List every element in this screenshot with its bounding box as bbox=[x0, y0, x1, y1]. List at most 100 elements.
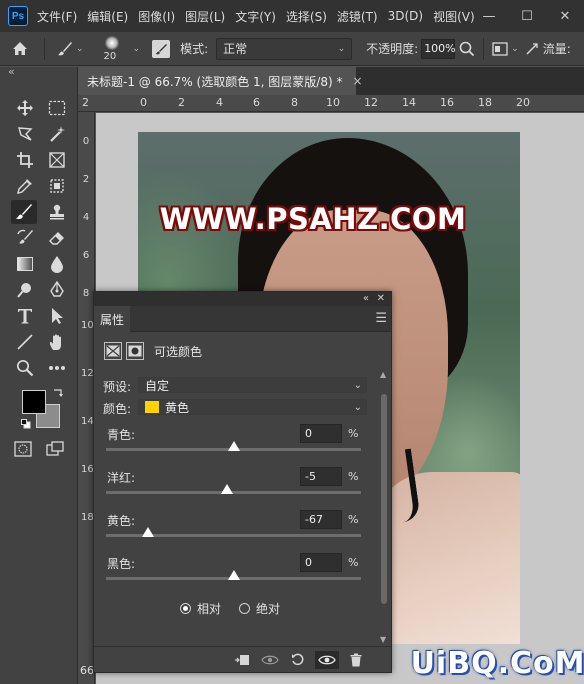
black-slider-label: 黑色: bbox=[107, 557, 136, 571]
collapse-panel-icon[interactable]: « bbox=[8, 65, 15, 78]
crop-tool-icon[interactable] bbox=[12, 148, 38, 172]
zoom-tool-icon[interactable] bbox=[12, 356, 38, 380]
delete-icon[interactable] bbox=[344, 651, 368, 669]
menu-file[interactable]: 文件(F) bbox=[37, 8, 77, 25]
menu-edit[interactable]: 编辑(E) bbox=[87, 8, 128, 25]
maximize-button[interactable]: ☐ bbox=[508, 0, 546, 32]
search-icon[interactable] bbox=[459, 41, 475, 57]
lasso-tool-icon[interactable] bbox=[12, 122, 38, 146]
yellow-slider-track[interactable] bbox=[106, 527, 361, 537]
line-tool-icon[interactable] bbox=[12, 330, 38, 354]
magenta-slider-thumb[interactable] bbox=[221, 484, 234, 494]
panel-scrollbar[interactable]: ▲ ▼ bbox=[379, 370, 389, 644]
window-controls: — ☐ ✕ bbox=[470, 0, 584, 32]
menu-view[interactable]: 视图(V) bbox=[433, 8, 475, 25]
close-button[interactable]: ✕ bbox=[546, 0, 584, 32]
history-brush-tool-icon[interactable] bbox=[12, 226, 38, 250]
percent-unit: % bbox=[348, 427, 359, 440]
mode-value: 正常 bbox=[223, 42, 248, 56]
view-previous-state-icon[interactable] bbox=[258, 651, 282, 669]
menu-filter[interactable]: 滤镜(T) bbox=[337, 8, 378, 25]
scroll-down-icon[interactable]: ▼ bbox=[380, 635, 386, 644]
foreground-color-swatch[interactable] bbox=[22, 390, 46, 414]
brush-panel-icon bbox=[155, 43, 168, 54]
brush-settings-button[interactable] bbox=[152, 39, 171, 58]
airbrush-icon[interactable] bbox=[525, 42, 539, 56]
path-selection-tool-icon[interactable] bbox=[44, 304, 70, 328]
chevron-down-icon[interactable]: ⌄ bbox=[511, 44, 519, 54]
marquee-tool-icon[interactable] bbox=[44, 96, 70, 120]
menu-type[interactable]: 文字(Y) bbox=[235, 8, 276, 25]
screen-mode-icon[interactable] bbox=[46, 441, 64, 457]
scrollbar-thumb[interactable] bbox=[381, 394, 387, 604]
panel-menu-icon[interactable]: ☰ bbox=[375, 311, 387, 326]
colors-value: 黄色 bbox=[165, 400, 190, 415]
eraser-tool-icon[interactable] bbox=[44, 226, 70, 250]
pen-tool-icon[interactable] bbox=[44, 278, 70, 302]
eyedropper-tool-icon[interactable] bbox=[12, 174, 38, 198]
hand-tool-icon[interactable] bbox=[44, 330, 70, 354]
magic-wand-tool-icon[interactable] bbox=[44, 122, 70, 146]
object-select-tool-icon[interactable] bbox=[44, 174, 70, 198]
frame-tool-icon[interactable] bbox=[44, 148, 70, 172]
swap-colors-icon[interactable] bbox=[52, 387, 64, 399]
brush-tool-icon[interactable] bbox=[11, 200, 37, 224]
cyan-slider-thumb[interactable] bbox=[227, 441, 240, 451]
relative-radio[interactable] bbox=[180, 603, 191, 614]
absolute-radio[interactable] bbox=[239, 603, 251, 614]
properties-tab[interactable]: 属性 bbox=[94, 306, 130, 332]
chevron-down-icon[interactable]: ⌄ bbox=[133, 44, 141, 54]
menu-image[interactable]: 图像(I) bbox=[138, 8, 175, 25]
gradient-tool-icon[interactable] bbox=[12, 252, 38, 276]
black-slider-track[interactable] bbox=[106, 570, 361, 580]
percent-unit: % bbox=[348, 513, 359, 526]
magenta-slider-track[interactable] bbox=[106, 484, 361, 494]
cyan-value-input[interactable]: 0 bbox=[300, 424, 342, 443]
magenta-value-input[interactable]: -5 bbox=[300, 467, 342, 486]
black-value-input[interactable]: 0 bbox=[300, 553, 342, 572]
stamp-tool-icon[interactable] bbox=[44, 200, 70, 224]
move-tool-icon[interactable] bbox=[12, 96, 38, 120]
default-colors-icon[interactable] bbox=[21, 419, 31, 429]
color-swatch bbox=[145, 401, 159, 413]
black-slider-thumb[interactable] bbox=[227, 570, 240, 580]
cyan-slider-track[interactable] bbox=[106, 441, 361, 451]
method-radio-group: 相对 绝对 bbox=[180, 600, 280, 617]
document-tab[interactable]: 未标题-1 @ 66.7% (选取颜色 1, 图层蒙版/8) * × bbox=[78, 67, 363, 95]
yellow-slider-thumb[interactable] bbox=[142, 527, 155, 537]
scroll-up-icon[interactable]: ▲ bbox=[380, 370, 386, 379]
collapse-panel-icon[interactable]: « bbox=[363, 292, 369, 306]
close-panel-icon[interactable]: ✕ bbox=[377, 292, 385, 306]
ruler-tick-label: 4 bbox=[82, 212, 90, 223]
layer-mask-icon[interactable] bbox=[126, 342, 144, 360]
quick-mask-icon[interactable] bbox=[14, 441, 32, 457]
yellow-value-input[interactable]: -67 bbox=[300, 510, 342, 529]
brush-tool-preset[interactable]: ⌄ bbox=[57, 41, 84, 57]
adjustment-layer-icon[interactable] bbox=[104, 342, 122, 360]
colors-dropdown[interactable]: 黄色 ⌄ bbox=[138, 399, 367, 415]
menu-layer[interactable]: 图层(L) bbox=[185, 8, 225, 25]
blur-tool-icon[interactable] bbox=[44, 252, 70, 276]
menu-select[interactable]: 选择(S) bbox=[286, 8, 327, 25]
panel-titlebar[interactable]: « ✕ bbox=[94, 292, 391, 306]
soft-brush-icon bbox=[104, 35, 119, 50]
more-tools-icon[interactable] bbox=[44, 356, 70, 380]
home-button[interactable] bbox=[0, 32, 40, 66]
pressure-opacity-icon[interactable] bbox=[492, 41, 508, 56]
ruler-tick-label: 0 bbox=[82, 136, 90, 147]
mode-select[interactable]: 正常 ⌄ bbox=[216, 37, 353, 60]
reset-icon[interactable] bbox=[286, 651, 310, 669]
preset-dropdown[interactable]: 自定 ⌄ bbox=[138, 377, 367, 393]
toggle-visibility-icon[interactable] bbox=[315, 651, 339, 669]
horizontal-ruler[interactable]: 2 0 2 4 6 8 10 12 14 16 18 20 bbox=[78, 95, 584, 112]
opacity-input[interactable]: 100% bbox=[421, 38, 456, 59]
minimize-button[interactable]: — bbox=[470, 0, 508, 32]
menu-3d[interactable]: 3D(D) bbox=[388, 9, 423, 23]
preset-label: 预设: bbox=[103, 380, 132, 394]
clip-to-layer-icon[interactable] bbox=[230, 651, 254, 669]
close-tab-icon[interactable]: × bbox=[352, 74, 362, 88]
dodge-tool-icon[interactable] bbox=[12, 278, 38, 302]
brush-picker[interactable]: 20 bbox=[96, 32, 130, 66]
zoom-level-status[interactable]: 66 bbox=[80, 664, 94, 678]
type-tool-icon[interactable] bbox=[12, 304, 38, 328]
